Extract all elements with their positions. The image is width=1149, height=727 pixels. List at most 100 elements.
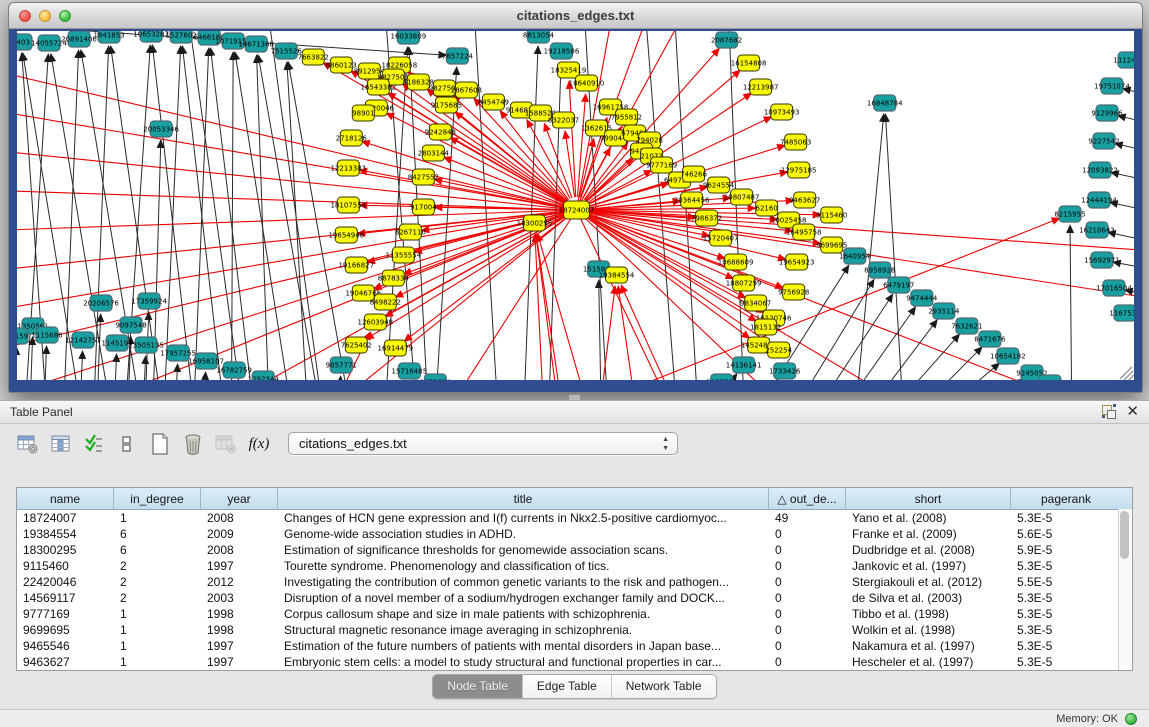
table-cell[interactable]: Genome-wide association studies in ADHD.	[278, 526, 769, 542]
network-canvas-svg[interactable]: 6403140557242089140618418531065328715276…	[17, 31, 1134, 380]
graph-node[interactable]: 15720407	[703, 230, 739, 246]
graph-node[interactable]: 9175685	[431, 97, 462, 113]
graph-node[interactable]: 19654948	[328, 227, 364, 243]
table-cell[interactable]: 0	[769, 606, 846, 622]
graph-node[interactable]: 9474444	[906, 290, 938, 306]
table-cell[interactable]: 0	[769, 590, 846, 606]
tab-node-table[interactable]: Node Table	[433, 675, 523, 698]
show-columns-button[interactable]	[47, 431, 75, 457]
table-cell[interactable]: 2	[114, 574, 201, 590]
graph-node[interactable]: 8454749	[478, 94, 509, 110]
column-header-1[interactable]: in_degree	[114, 488, 201, 509]
row-height-button[interactable]	[113, 431, 141, 457]
table-cell[interactable]: 1997	[201, 638, 278, 654]
graph-node[interactable]: 9115460	[816, 207, 847, 223]
graph-node[interactable]: 2803144	[418, 145, 450, 161]
table-cell[interactable]: Wolkin et al. (1998)	[846, 622, 1011, 638]
table-row[interactable]: 1938455462009Genome-wide association stu…	[17, 526, 1132, 542]
table-selector-combo[interactable]: citations_edges.txt ▲ ▼	[288, 432, 678, 455]
table-cell[interactable]: Tourette syndrome. Phenomenology and cla…	[278, 558, 769, 574]
table-cell[interactable]: 9463627	[17, 654, 114, 670]
table-cell[interactable]: 1	[114, 638, 201, 654]
graph-node[interactable]: 9097548	[116, 317, 147, 333]
create-column-button[interactable]	[146, 431, 174, 457]
table-cell[interactable]: de Silva et al. (2003)	[846, 590, 1011, 606]
graph-node[interactable]: 19166827	[338, 257, 374, 273]
table-cell[interactable]: Corpus callosum shape and size in male p…	[278, 606, 769, 622]
graph-node[interactable]: 2867608	[451, 82, 482, 98]
table-cell[interactable]: 2	[114, 590, 201, 606]
graph-node[interactable]: 8427552	[408, 169, 439, 185]
tab-edge-table[interactable]: Edge Table	[523, 675, 612, 698]
graph-node[interactable]: 9227542	[1088, 133, 1119, 149]
table-cell[interactable]: 5.5E-5	[1011, 574, 1121, 590]
table-cell[interactable]: 18300295	[17, 542, 114, 558]
table-cell[interactable]: 0	[769, 526, 846, 542]
delete-column-button[interactable]	[179, 431, 207, 457]
table-cell[interactable]: 0	[769, 574, 846, 590]
graph-node[interactable]: 1841853	[93, 31, 124, 43]
graph-node[interactable]: 62160	[756, 200, 778, 216]
table-cell[interactable]: 1998	[201, 606, 278, 622]
table-cell[interactable]: 1	[114, 654, 201, 670]
graph-node[interactable]: 1112482	[1113, 52, 1134, 68]
graph-node[interactable]: 16033809	[391, 31, 427, 44]
table-cell[interactable]: 1	[114, 622, 201, 638]
window-titlebar[interactable]: citations_edges.txt	[9, 3, 1142, 29]
graph-node[interactable]: 2718126	[336, 130, 368, 146]
graph-node[interactable]: 917004	[410, 199, 437, 215]
table-cell[interactable]: 5.3E-5	[1011, 510, 1121, 526]
table-cell[interactable]: Investigating the contribution of common…	[278, 574, 769, 590]
table-cell[interactable]: Jankovic et al. (1997)	[846, 558, 1011, 574]
table-cell[interactable]: 49	[769, 510, 846, 526]
graph-node[interactable]: 20206576	[83, 295, 119, 311]
table-cell[interactable]: 2	[114, 558, 201, 574]
table-cell[interactable]: 5.3E-5	[1011, 606, 1121, 622]
column-header-4[interactable]: △ out_de...	[769, 488, 846, 509]
graph-node[interactable]: 9857771	[326, 357, 357, 373]
table-row[interactable]: 977716911998Corpus callosum shape and si…	[17, 606, 1132, 622]
graph-node[interactable]: 19751074	[1094, 78, 1130, 94]
table-cell[interactable]: 0	[769, 654, 846, 670]
graph-node[interactable]: 9129966	[1091, 105, 1123, 121]
table-cell[interactable]: 5.3E-5	[1011, 622, 1121, 638]
select-columns-button[interactable]	[80, 431, 108, 457]
graph-node[interactable]: 7857224	[442, 48, 474, 64]
graph-node[interactable]: 8878334	[378, 270, 410, 286]
graph-node[interactable]: 1167533	[1109, 305, 1134, 321]
graph-node[interactable]: 19218586	[544, 43, 580, 59]
table-cell[interactable]: Stergiakouli et al. (2012)	[846, 574, 1011, 590]
table-cell[interactable]: Yano et al. (2008)	[846, 510, 1011, 526]
table-row[interactable]: 969969511998Structural magnetic resonanc…	[17, 622, 1132, 638]
graph-node[interactable]: 2087682	[711, 32, 742, 48]
table-row[interactable]: 1872400712008Changes of HCN gene express…	[17, 510, 1132, 526]
float-panel-icon[interactable]	[1101, 404, 1116, 419]
table-cell[interactable]: 19384554	[17, 526, 114, 542]
table-cell[interactable]: 6	[114, 542, 201, 558]
graph-node[interactable]: 17016504	[1096, 280, 1132, 296]
graph-node[interactable]: 9699695	[816, 237, 847, 253]
graph-node[interactable]: 12213987	[743, 79, 779, 95]
column-header-3[interactable]: title	[278, 488, 769, 509]
table-cell[interactable]: 5.3E-5	[1011, 654, 1121, 670]
graph-node[interactable]: 9756928	[778, 284, 809, 300]
table-cell[interactable]: 5.9E-5	[1011, 542, 1121, 558]
graph-node[interactable]: 13505135	[128, 337, 164, 353]
column-header-6[interactable]: pagerank	[1011, 488, 1121, 509]
canvas-resize-grip[interactable]	[1120, 367, 1134, 380]
window-zoom-button[interactable]	[59, 10, 71, 22]
table-cell[interactable]: 5.3E-5	[1011, 638, 1121, 654]
table-row[interactable]: 946554611997Estimation of the future num…	[17, 638, 1132, 654]
graph-node[interactable]: 9463627	[789, 192, 820, 208]
table-cell[interactable]: Franke et al. (2009)	[846, 526, 1011, 542]
column-header-0[interactable]: name	[17, 488, 114, 509]
graph-node[interactable]: 7632621	[951, 318, 982, 334]
graph-node[interactable]: 10653287	[133, 31, 169, 42]
table-cell[interactable]: 1998	[201, 622, 278, 638]
graph-node[interactable]: 8267110	[395, 224, 426, 240]
graph-node[interactable]: 16848784	[867, 95, 903, 111]
graph-node[interactable]: 11355554	[386, 247, 422, 263]
graph-node[interactable]: 15716485	[392, 363, 428, 379]
function-builder-button[interactable]: f(x)	[245, 431, 273, 457]
graph-node[interactable]: 12444194	[1081, 192, 1117, 208]
